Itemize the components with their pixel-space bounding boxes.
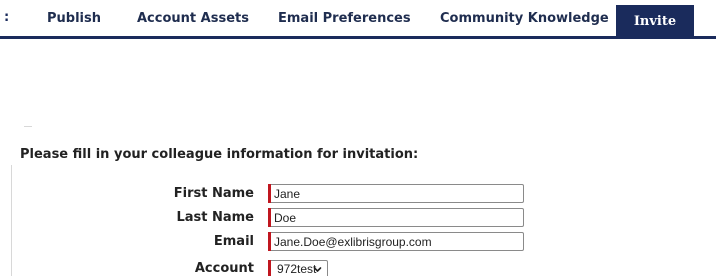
section-border	[11, 165, 12, 276]
email-field[interactable]	[271, 232, 524, 251]
tab-underline	[0, 36, 716, 39]
last-name-field[interactable]	[271, 208, 524, 227]
account-select[interactable]: 972test	[271, 260, 328, 276]
account-label: Account	[194, 261, 254, 276]
tab-invite[interactable]: Invite	[616, 5, 694, 36]
tab-account-assets[interactable]: Account Assets	[137, 11, 249, 26]
divider	[24, 126, 32, 127]
first-name-field[interactable]	[271, 184, 524, 203]
email-label: Email	[213, 234, 254, 249]
invite-page: : Publish Account Assets Email Preferenc…	[0, 0, 716, 276]
tab-publish[interactable]: Publish	[47, 11, 101, 26]
tab-community-knowledge[interactable]: Community Knowledge	[440, 11, 609, 26]
tab-email-preferences[interactable]: Email Preferences	[278, 11, 411, 26]
last-name-label: Last Name	[176, 210, 254, 225]
tab-bar: : Publish Account Assets Email Preferenc…	[0, 0, 716, 36]
chevron-down-icon	[313, 267, 322, 272]
tab-overflow-indicator[interactable]: :	[4, 10, 9, 25]
account-select-value: 972test	[277, 262, 317, 276]
form-intro: Please fill in your colleague informatio…	[20, 147, 419, 162]
first-name-label: First Name	[173, 186, 254, 201]
